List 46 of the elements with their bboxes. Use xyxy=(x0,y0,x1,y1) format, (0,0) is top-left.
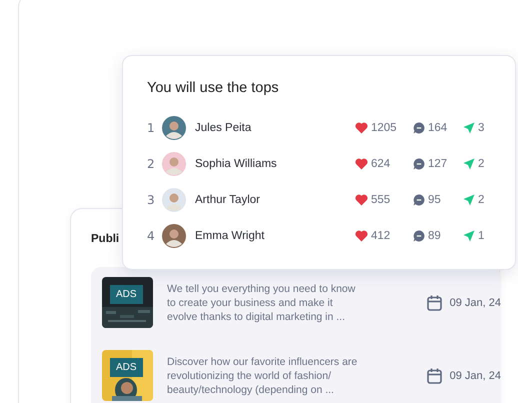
likes-count: 412 xyxy=(371,230,390,242)
likes-count: 1205 xyxy=(371,122,397,134)
shares-count: 1 xyxy=(478,230,484,242)
post-date: 09 Jan, 24 xyxy=(450,370,501,382)
post-text: We tell you everything you need to know to create your business and make it evolve thanks to digital marketing in ... xyxy=(167,282,356,324)
calendar-icon xyxy=(426,368,442,384)
shares-count: 2 xyxy=(478,158,484,170)
ads-badge: ADS xyxy=(110,358,143,377)
rank-number: 3 xyxy=(147,193,156,207)
shares-count: 3 xyxy=(478,122,484,134)
likes-count: 624 xyxy=(371,158,390,170)
user-name: Arthur Taylor xyxy=(195,194,261,206)
heart-icon xyxy=(355,158,368,170)
avatar xyxy=(162,152,186,176)
heart-icon xyxy=(355,194,368,206)
ads-badge: ADS xyxy=(110,285,143,304)
comments-count: 127 xyxy=(428,158,448,170)
calendar-icon xyxy=(426,294,442,310)
avatar xyxy=(162,224,186,248)
comments-count: 164 xyxy=(428,122,448,134)
user-name: Jules Peita xyxy=(195,122,252,134)
likes-count: 555 xyxy=(371,194,390,206)
send-icon xyxy=(463,194,475,206)
post-date: 09 Jan, 24 xyxy=(450,296,501,308)
avatar xyxy=(162,188,186,212)
send-icon xyxy=(463,158,475,170)
comment-icon xyxy=(413,158,425,170)
send-icon xyxy=(463,230,475,242)
shares-count: 2 xyxy=(478,194,484,206)
user-name: Sophia Williams xyxy=(195,158,278,170)
comment-icon xyxy=(413,230,425,242)
heart-icon xyxy=(355,122,368,134)
comment-icon xyxy=(413,194,425,206)
rank-number: 1 xyxy=(147,121,156,135)
comments-count: 89 xyxy=(428,230,441,242)
user-name: Emma Wright xyxy=(195,230,266,242)
card-title: You will use the tops xyxy=(147,80,280,96)
send-icon xyxy=(463,122,475,134)
avatar xyxy=(162,116,186,140)
card-title: Publi xyxy=(91,233,120,245)
heart-icon xyxy=(355,230,368,242)
rank-number: 2 xyxy=(147,157,156,171)
post-text: Discover how our favorite influencers are revolutionizing the world of fashion/ beauty/technology (depending on ... xyxy=(167,354,358,396)
comments-count: 95 xyxy=(428,194,441,206)
comment-icon xyxy=(413,122,425,134)
rank-number: 4 xyxy=(147,229,156,243)
